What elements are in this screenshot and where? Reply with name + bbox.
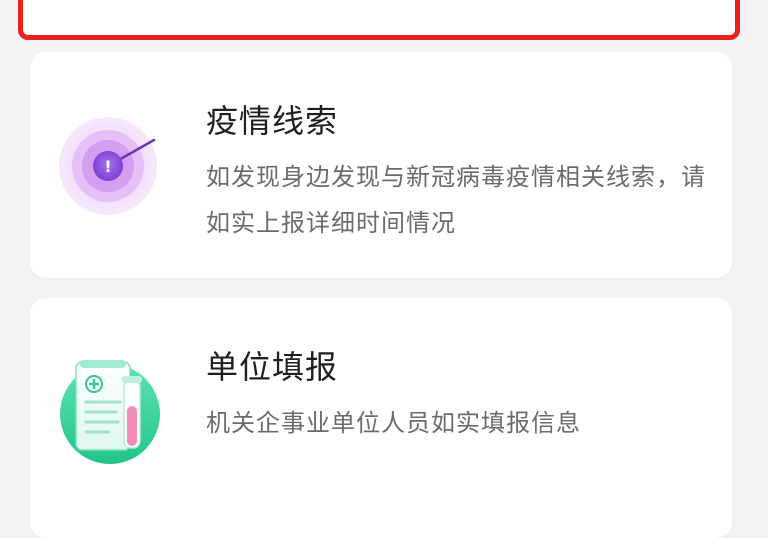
radar-alert-icon: !	[58, 112, 162, 216]
card-title: 疫情线索	[206, 102, 339, 140]
epidemic-clues-card[interactable]: ! 疫情线索 如发现身边发现与新冠病毒疫情相关线索，请如实上报详细时间情况	[30, 52, 732, 278]
card-description: 机关企事业单位人员如实填报信息	[206, 409, 581, 437]
alert-badge: !	[104, 157, 111, 176]
card-title: 单位填报	[206, 348, 339, 386]
highlighted-card[interactable]	[18, 0, 740, 40]
unit-report-card[interactable]: 单位填报 机关企事业单位人员如实填报信息	[30, 298, 732, 538]
card-description: 如发现身边发现与新冠病毒疫情相关线索，请如实上报详细时间情况	[206, 163, 706, 237]
medical-report-icon	[58, 354, 162, 464]
